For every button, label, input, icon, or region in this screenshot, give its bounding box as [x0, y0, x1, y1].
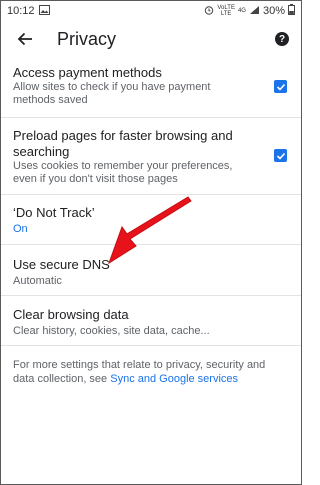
volte-label: VoLTE LTE — [217, 5, 235, 17]
status-bar: 10:12 VoLTE LTE 4G 30% — [1, 1, 301, 21]
battery-icon — [288, 4, 295, 18]
gallery-notification-icon — [38, 4, 50, 18]
divider — [1, 345, 301, 346]
setting-title: Access payment methods — [13, 65, 162, 80]
check-icon — [276, 83, 285, 91]
setting-do-not-track[interactable]: ‘Do Not Track’ On — [1, 205, 301, 241]
setting-title: Preload pages for faster browsing and se… — [13, 128, 233, 159]
divider — [1, 194, 301, 195]
page-title: Privacy — [57, 28, 117, 49]
setting-subtitle: Clear history, cookies, site data, cache… — [13, 325, 210, 337]
divider — [1, 295, 301, 296]
network-type-label: 4G — [237, 8, 246, 14]
help-icon[interactable]: ? — [275, 32, 289, 46]
check-icon — [276, 152, 285, 160]
phone-screen: 10:12 VoLTE LTE 4G 30% Privacy ? Access … — [0, 0, 302, 485]
setting-preload-pages[interactable]: Preload pages for faster browsing and se… — [1, 128, 301, 190]
setting-subtitle: Allow sites to check if you have payment… — [13, 81, 211, 106]
sync-google-services-link[interactable]: Sync and Google services — [110, 373, 238, 385]
setting-subtitle: Uses cookies to remember your preference… — [13, 160, 233, 185]
app-bar: Privacy ? — [1, 21, 301, 57]
setting-clear-browsing-data[interactable]: Clear browsing data Clear history, cooki… — [1, 307, 301, 343]
setting-access-payment-methods[interactable]: Access payment methods Allow sites to ch… — [1, 65, 301, 117]
setting-title: Use secure DNS — [13, 257, 110, 272]
battery-percent: 30% — [262, 5, 285, 17]
payment-methods-checkbox[interactable] — [274, 80, 287, 93]
status-time: 10:12 — [7, 5, 35, 17]
preload-pages-checkbox[interactable] — [274, 149, 287, 162]
back-arrow-icon[interactable] — [13, 27, 37, 51]
footer-note: For more settings that relate to privacy… — [13, 358, 289, 386]
setting-title: ‘Do Not Track’ — [13, 205, 95, 220]
setting-title: Clear browsing data — [13, 307, 129, 322]
divider — [1, 244, 301, 245]
signal-icon — [249, 5, 260, 18]
alarm-icon — [204, 5, 214, 18]
divider — [1, 117, 301, 118]
setting-subtitle: Automatic — [13, 275, 62, 287]
setting-use-secure-dns[interactable]: Use secure DNS Automatic — [1, 257, 301, 293]
setting-subtitle: On — [13, 223, 28, 235]
